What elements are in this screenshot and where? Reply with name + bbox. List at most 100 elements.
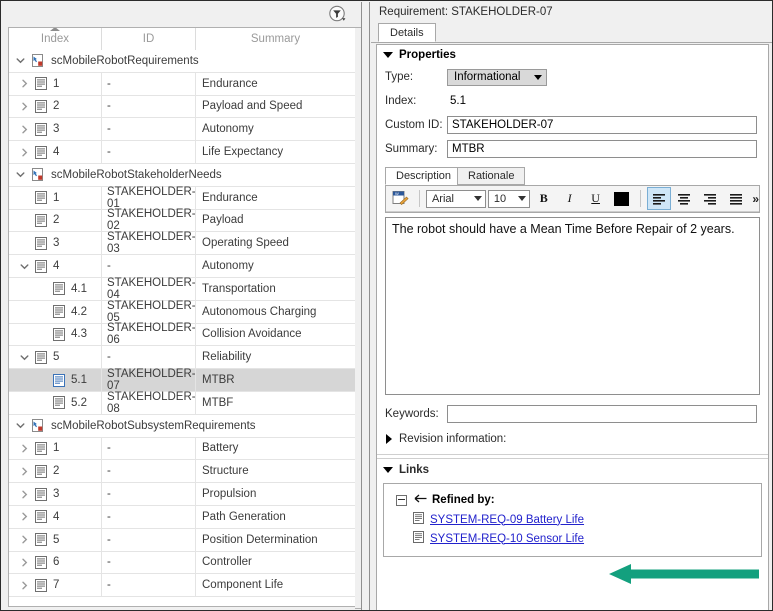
table-row[interactable]: 7 - Component Life [9, 574, 355, 598]
expand-collapse-icon[interactable] [15, 346, 33, 368]
italic-button[interactable]: I [557, 187, 582, 210]
table-row[interactable]: 6 - Controller [9, 551, 355, 575]
requirement-icon [33, 232, 49, 254]
expand-collapse-icon[interactable] [15, 552, 33, 574]
open-in-word-icon[interactable]: W [389, 187, 413, 210]
keywords-input[interactable] [447, 405, 757, 423]
requirement-icon [33, 460, 49, 482]
align-justify-icon[interactable] [724, 187, 749, 210]
expand-collapse-icon[interactable] [15, 529, 33, 551]
align-right-icon[interactable] [698, 187, 723, 210]
details-tabstrip: Details [371, 23, 772, 43]
link-item[interactable]: SYSTEM-REQ-10 Sensor Life [384, 529, 761, 548]
font-size-select[interactable]: 10 [487, 189, 530, 208]
link-label-battery-life[interactable]: SYSTEM-REQ-09 Battery Life [430, 514, 584, 526]
link-label-sensor-life[interactable]: SYSTEM-REQ-10 Sensor Life [430, 533, 584, 545]
links-group-refined-by[interactable]: Refined by: [384, 490, 761, 510]
table-row[interactable]: 5.2 STAKEHOLDER-08 MTBF [9, 391, 355, 415]
filter-funnel-icon[interactable] [328, 5, 347, 24]
tab-description[interactable]: Description [385, 167, 463, 185]
column-header-summary[interactable]: Summary [195, 28, 355, 50]
expand-collapse-icon[interactable] [15, 141, 33, 163]
table-row[interactable]: 4.2 STAKEHOLDER-05 Autonomous Charging [9, 300, 355, 324]
align-left-icon[interactable] [646, 187, 671, 210]
table-row[interactable]: 1 STAKEHOLDER-01 Endurance [9, 186, 355, 210]
expand-collapse-icon[interactable] [11, 56, 29, 65]
expand-collapse-icon[interactable] [15, 118, 33, 140]
table-row[interactable]: 1 - Endurance [9, 72, 355, 96]
collapse-box-icon[interactable] [396, 494, 407, 506]
table-row[interactable]: 4 - Path Generation [9, 505, 355, 529]
text-color-swatch [614, 191, 630, 206]
row-id: STAKEHOLDER-04 [101, 277, 196, 301]
expand-collapse-icon[interactable] [15, 96, 33, 118]
tab-rationale[interactable]: Rationale [457, 167, 526, 185]
underline-button[interactable]: U [583, 187, 608, 210]
expand-collapse-placeholder [33, 392, 51, 414]
requirement-icon [33, 438, 49, 460]
expand-collapse-icon[interactable] [15, 73, 33, 95]
table-row[interactable]: 4 - Autonomy [9, 255, 355, 278]
table-row[interactable]: 2 STAKEHOLDER-02 Payload [9, 208, 355, 232]
properties-section-header[interactable]: Properties [377, 45, 768, 65]
table-row[interactable]: 4.3 STAKEHOLDER-06 Collision Avoidance [9, 322, 355, 346]
text-color-button[interactable] [609, 187, 634, 210]
tab-details[interactable]: Details [378, 23, 436, 42]
requirement-icon [33, 96, 49, 118]
expand-collapse-icon[interactable] [15, 255, 33, 277]
table-row[interactable]: 5 - Position Determination [9, 528, 355, 552]
svg-text:W: W [395, 191, 399, 196]
column-header-id[interactable]: ID [101, 28, 195, 50]
expand-collapse-icon[interactable] [15, 483, 33, 505]
table-row[interactable]: 2 - Payload and Speed [9, 95, 355, 119]
revision-information-section[interactable]: Revision information: [377, 427, 768, 451]
summary-input[interactable]: MTBR [447, 140, 757, 158]
column-header-summary-label: Summary [250, 33, 301, 45]
font-family-select[interactable]: Arial [425, 189, 486, 208]
description-textarea[interactable]: The robot should have a Mean Time Before… [385, 217, 760, 395]
link-item[interactable]: SYSTEM-REQ-09 Battery Life [384, 510, 761, 529]
tree-group-row[interactable]: scMobileRobotSubsystemRequirements [9, 414, 355, 438]
column-header-index[interactable]: Index [9, 28, 101, 50]
links-section-header[interactable]: Links [377, 458, 768, 481]
row-summary: Autonomous Charging [195, 300, 355, 323]
toolbar-overflow-button[interactable]: » [750, 192, 759, 206]
table-row[interactable]: 4 - Life Expectancy [9, 141, 355, 164]
requirements-editor-window: Index ID Summary scMobileRobotRequiremen… [0, 0, 773, 611]
requirement-set-icon [29, 53, 45, 68]
row-id: - [101, 95, 195, 118]
table-row[interactable]: 5.1 STAKEHOLDER-07 MTBR [9, 368, 355, 392]
table-row[interactable]: 3 STAKEHOLDER-03 Operating Speed [9, 231, 355, 255]
type-row: Type: Informational [377, 65, 768, 89]
row-index: 4 [53, 146, 60, 159]
requirements-grid[interactable]: Index ID Summary scMobileRobotRequiremen… [8, 27, 355, 607]
expand-collapse-icon[interactable] [15, 460, 33, 482]
expand-collapse-icon[interactable] [15, 506, 33, 528]
requirement-icon [33, 529, 49, 551]
panel-splitter[interactable] [361, 2, 370, 610]
table-row[interactable]: 4.1 STAKEHOLDER-04 Transportation [9, 277, 355, 301]
type-select[interactable]: Informational [447, 68, 547, 86]
expand-collapse-icon[interactable] [11, 421, 29, 430]
requirement-icon [33, 255, 49, 277]
table-row[interactable]: 1 - Battery [9, 437, 355, 461]
expand-collapse-icon[interactable] [11, 170, 29, 179]
requirement-icon [51, 392, 67, 414]
type-label: Type: [385, 71, 414, 83]
table-row[interactable]: 3 - Autonomy [9, 118, 355, 142]
expand-collapse-icon[interactable] [15, 574, 33, 596]
custom-id-input[interactable]: STAKEHOLDER-07 [447, 116, 757, 134]
tree-group-row[interactable]: scMobileRobotRequirements [9, 50, 355, 73]
links-group-label: Refined by: [432, 494, 495, 506]
tree-group-row[interactable]: scMobileRobotStakeholderNeeds [9, 163, 355, 187]
index-label: Index: [385, 95, 417, 107]
requirement-icon [33, 552, 49, 574]
table-row[interactable]: 5 - Reliability [9, 346, 355, 370]
bold-button[interactable]: B [531, 187, 556, 210]
row-summary: Life Expectancy [195, 141, 355, 163]
table-row[interactable]: 2 - Structure [9, 460, 355, 484]
expand-collapse-icon[interactable] [15, 438, 33, 460]
row-summary: MTBF [195, 391, 355, 414]
table-row[interactable]: 3 - Propulsion [9, 483, 355, 506]
align-center-icon[interactable] [672, 187, 697, 210]
